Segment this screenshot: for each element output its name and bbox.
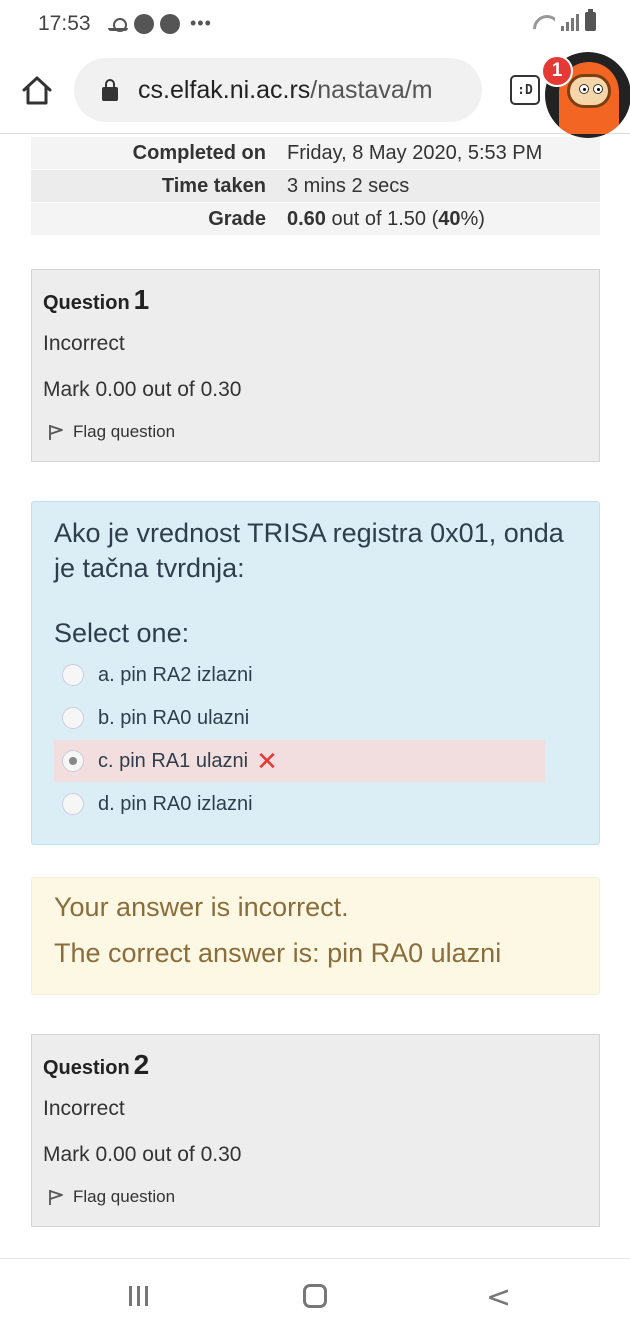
flag-question-link[interactable]: Flag question (43, 1187, 588, 1207)
weather-icon (108, 17, 128, 32)
reader-mode-button[interactable]: :D (510, 75, 540, 105)
recent-apps-button[interactable] (129, 1286, 148, 1306)
answer-option-b[interactable]: b. pin RA0 ulazni (54, 697, 545, 739)
radio-button[interactable] (62, 707, 84, 729)
feedback-incorrect: Your answer is incorrect. (54, 892, 349, 922)
back-button[interactable]: < (486, 1283, 511, 1313)
more-notifications-icon: ••• (190, 13, 212, 33)
option-label: d. pin RA0 izlazni (98, 792, 253, 815)
radio-button[interactable] (62, 793, 84, 815)
summary-value: 3 mins 2 secs (276, 170, 600, 202)
radio-button-selected[interactable] (62, 750, 84, 772)
notification-badge: 1 (541, 55, 573, 87)
option-label: c. pin RA1 ulazni (98, 749, 249, 772)
flag-question-link[interactable]: Flag question (43, 422, 588, 442)
battery-icon (585, 9, 596, 31)
question-number: Question 2 (43, 1049, 150, 1080)
summary-value: Friday, 8 May 2020, 5:53 PM (276, 137, 600, 169)
question-mark: Mark 0.00 out of 0.30 (43, 378, 242, 401)
question-state: Incorrect (43, 332, 125, 355)
option-label: b. pin RA0 ulazni (98, 706, 250, 729)
summary-label: Completed on (31, 137, 276, 169)
option-label: a. pin RA2 izlazni (98, 663, 253, 686)
answer-option-c[interactable]: c. pin RA1 ulazni ✕ (54, 740, 545, 782)
select-one-prompt: Select one: (54, 618, 190, 648)
status-notification-icons: ••• (108, 13, 212, 34)
browser-toolbar: cs.elfak.ni.ac.rs/nastava/m :D (0, 50, 630, 134)
answer-option-d[interactable]: d. pin RA0 izlazni (54, 783, 545, 825)
home-button[interactable] (303, 1284, 327, 1308)
url-text: cs.elfak.ni.ac.rs/nastava/m (138, 75, 433, 104)
question-text: Ako je vrednost TRISA registra 0x01, ond… (54, 518, 564, 583)
summary-row: Grade 0.60 out of 1.50 (40%) (31, 203, 600, 236)
messenger-icon (134, 13, 154, 34)
wifi-icon (533, 13, 555, 31)
question-1-info: Question 1 Incorrect Mark 0.00 out of 0.3… (31, 269, 600, 462)
lock-icon (102, 79, 118, 101)
question-1-content: Ako je vrednost TRISA registra 0x01, ond… (31, 501, 600, 845)
summary-row: Time taken 3 mins 2 secs (31, 170, 600, 203)
attempt-summary-table: Completed on Friday, 8 May 2020, 5:53 PM… (31, 137, 600, 236)
flag-icon (49, 425, 63, 440)
flag-icon (49, 1190, 63, 1205)
question-mark: Mark 0.00 out of 0.30 (43, 1143, 242, 1166)
feedback-correct-answer: The correct answer is: pin RA0 ulazni (54, 938, 502, 968)
answer-feedback: Your answer is incorrect. The correct an… (31, 877, 600, 995)
incorrect-icon: ✕ (256, 746, 278, 776)
status-time: 17:53 (38, 12, 91, 35)
home-icon[interactable] (20, 73, 54, 107)
system-navigation-bar: < (0, 1258, 630, 1330)
question-state: Incorrect (43, 1097, 125, 1120)
summary-label: Grade (31, 203, 276, 235)
grade-value: 0.60 out of 1.50 (40%) (276, 203, 600, 235)
radio-button[interactable] (62, 664, 84, 686)
summary-row: Completed on Friday, 8 May 2020, 5:53 PM (31, 137, 600, 170)
status-system-icons (533, 9, 596, 31)
answer-option-a[interactable]: a. pin RA2 izlazni (54, 654, 545, 696)
messenger-icon (160, 13, 180, 34)
signal-icon (561, 13, 579, 31)
address-bar[interactable]: cs.elfak.ni.ac.rs/nastava/m (74, 58, 482, 122)
status-bar: 17:53 ••• (0, 0, 630, 50)
question-number: Question 1 (43, 284, 150, 315)
question-2-info: Question 2 Incorrect Mark 0.00 out of 0.3… (31, 1034, 600, 1227)
summary-label: Time taken (31, 170, 276, 202)
